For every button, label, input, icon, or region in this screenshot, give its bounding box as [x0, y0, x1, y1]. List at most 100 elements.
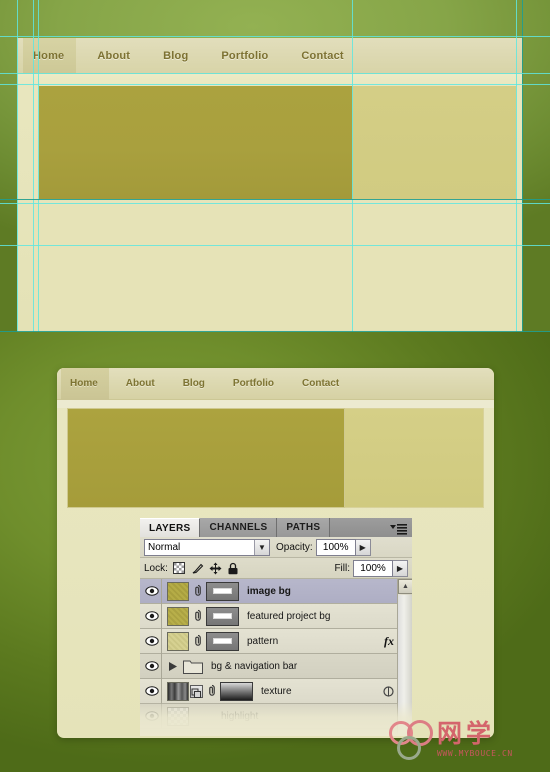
preview-hero-block — [67, 408, 345, 508]
layer-thumbnail[interactable] — [167, 681, 189, 701]
top-nav-item-contact[interactable]: Contact — [291, 38, 353, 74]
preview-hero-sidebar — [345, 408, 484, 508]
top-hero-block — [39, 86, 352, 199]
layer-thumbnail[interactable] — [167, 581, 189, 601]
guide-horizontal-4 — [0, 199, 550, 200]
layer-thumbnail[interactable] — [167, 606, 189, 626]
guide-horizontal-3 — [0, 84, 550, 85]
panel-menu-icon[interactable] — [390, 522, 407, 535]
preview-nav-item-blog[interactable]: Blog — [174, 368, 214, 400]
tab-paths[interactable]: PATHS — [277, 518, 331, 537]
layer-row-featured-project-bg[interactable]: featured project bg — [140, 603, 412, 629]
link-icon[interactable] — [206, 683, 217, 700]
eye-icon — [144, 686, 159, 696]
layer-name[interactable]: featured project bg — [247, 611, 412, 622]
layer-mask-thumbnail[interactable] — [206, 606, 239, 626]
layer-name[interactable]: highlight — [221, 711, 412, 722]
layer-visibility-toggle[interactable] — [142, 603, 162, 629]
layer-style-icon[interactable] — [382, 685, 395, 698]
layer-mask-thumbnail[interactable] — [220, 681, 253, 701]
panel-tab-strip: LAYERS CHANNELS PATHS — [140, 518, 412, 537]
eye-icon — [144, 586, 159, 596]
layer-row-texture[interactable]: texture ▼ — [140, 678, 412, 704]
layer-thumbnail[interactable] — [167, 631, 189, 651]
layer-mask-thumbnail[interactable] — [206, 631, 239, 651]
guide-vertical-5 — [516, 0, 517, 332]
opacity-label: Opacity: — [276, 541, 313, 553]
fill-label: Fill: — [334, 562, 350, 574]
preview-nav-item-about[interactable]: About — [117, 368, 164, 400]
folder-icon — [183, 658, 203, 674]
layer-name[interactable]: texture — [261, 686, 382, 697]
layer-visibility-toggle[interactable] — [142, 678, 162, 704]
lock-transparency-icon[interactable] — [173, 562, 186, 575]
guide-vertical-3 — [38, 0, 39, 332]
layer-visibility-toggle[interactable] — [142, 653, 162, 679]
guide-vertical-4 — [352, 0, 353, 332]
top-nav-item-portfolio[interactable]: Portfolio — [211, 38, 278, 74]
layer-row-bg-and-navigation-bar[interactable]: bg & navigation bar — [140, 653, 412, 679]
layer-visibility-toggle[interactable] — [142, 703, 162, 729]
layer-list[interactable]: image bg featured project bg pattern fx … — [140, 579, 412, 736]
layer-row-highlight[interactable]: highlight — [140, 703, 412, 729]
layers-panel-body: LAYERS CHANNELS PATHS Normal ▼ Opacity: … — [140, 518, 412, 736]
layer-list-scrollbar[interactable]: ▲ — [397, 579, 412, 736]
eye-icon — [144, 611, 159, 621]
top-hero-sidebar — [352, 86, 516, 199]
layer-visibility-toggle[interactable] — [142, 579, 162, 604]
preview-nav-item-home[interactable]: Home — [61, 368, 107, 400]
blend-opacity-row: Normal ▼ Opacity: 100% ▶ — [140, 537, 412, 558]
app-root: Home About Blog Portfolio Contact Home A… — [0, 0, 550, 772]
guide-vertical-6 — [522, 0, 523, 332]
lock-fill-row: Lock: Fill: 100% ▶ — [140, 558, 412, 579]
guide-vertical-1 — [17, 0, 18, 332]
top-content-area — [33, 205, 518, 330]
link-icon[interactable] — [192, 633, 203, 650]
guide-vertical-2 — [33, 0, 34, 332]
layer-row-pattern[interactable]: pattern fx ▼ — [140, 628, 412, 654]
scrollbar-track[interactable] — [398, 595, 412, 736]
preview-sub-bar — [57, 400, 494, 408]
blend-mode-select[interactable]: Normal ▼ — [144, 538, 270, 556]
tab-channels[interactable]: CHANNELS — [200, 518, 278, 537]
clipping-mask-badge-icon[interactable] — [190, 684, 203, 698]
scroll-up-icon[interactable]: ▲ — [398, 579, 412, 594]
layers-panel: LAYERS CHANNELS PATHS Normal ▼ Opacity: … — [140, 518, 412, 736]
watermark: 网学 WWW.MYBOUCE.CN — [385, 718, 545, 768]
preview-nav-item-portfolio[interactable]: Portfolio — [224, 368, 283, 400]
lock-label: Lock: — [144, 562, 168, 574]
blend-mode-value: Normal — [148, 541, 181, 553]
lock-all-icon[interactable] — [227, 562, 240, 575]
top-nav-item-home[interactable]: Home — [23, 38, 74, 74]
layer-mask-thumbnail[interactable] — [206, 581, 239, 601]
lock-image-pixels-icon[interactable] — [191, 562, 204, 575]
fill-stepper-icon[interactable]: ▶ — [393, 559, 408, 577]
eye-icon — [144, 636, 159, 646]
opacity-input[interactable]: 100% — [315, 538, 356, 556]
top-nav-item-about[interactable]: About — [87, 38, 140, 74]
lock-position-icon[interactable] — [209, 562, 222, 575]
layer-visibility-toggle[interactable] — [142, 628, 162, 654]
link-icon[interactable] — [192, 583, 203, 600]
guide-horizontal-2 — [0, 73, 550, 74]
layer-effects-fx-icon[interactable]: fx — [384, 634, 394, 649]
layer-name[interactable]: pattern — [247, 636, 384, 647]
link-icon[interactable] — [192, 608, 203, 625]
top-nav-item-blog[interactable]: Blog — [153, 38, 198, 74]
mask-shape — [213, 588, 232, 594]
layer-row-image-bg[interactable]: image bg — [140, 579, 412, 604]
watermark-ring-3-icon — [397, 736, 421, 760]
watermark-characters: 网学 — [437, 719, 496, 748]
layer-name[interactable]: bg & navigation bar — [211, 661, 412, 672]
preview-nav-item-contact[interactable]: Contact — [293, 368, 348, 400]
group-expand-triangle-icon[interactable] — [167, 654, 179, 679]
chevron-down-icon[interactable]: ▼ — [254, 539, 269, 555]
tab-layers[interactable]: LAYERS — [140, 518, 201, 537]
fill-input[interactable]: 100% — [353, 559, 393, 577]
guide-horizontal-6 — [0, 245, 550, 246]
opacity-stepper-icon[interactable]: ▶ — [355, 538, 371, 556]
mask-shape — [213, 613, 232, 619]
layer-name[interactable]: image bg — [247, 586, 412, 597]
preview-nav-list: Home About Blog Portfolio Contact — [61, 368, 358, 400]
layer-thumbnail[interactable] — [167, 706, 189, 726]
